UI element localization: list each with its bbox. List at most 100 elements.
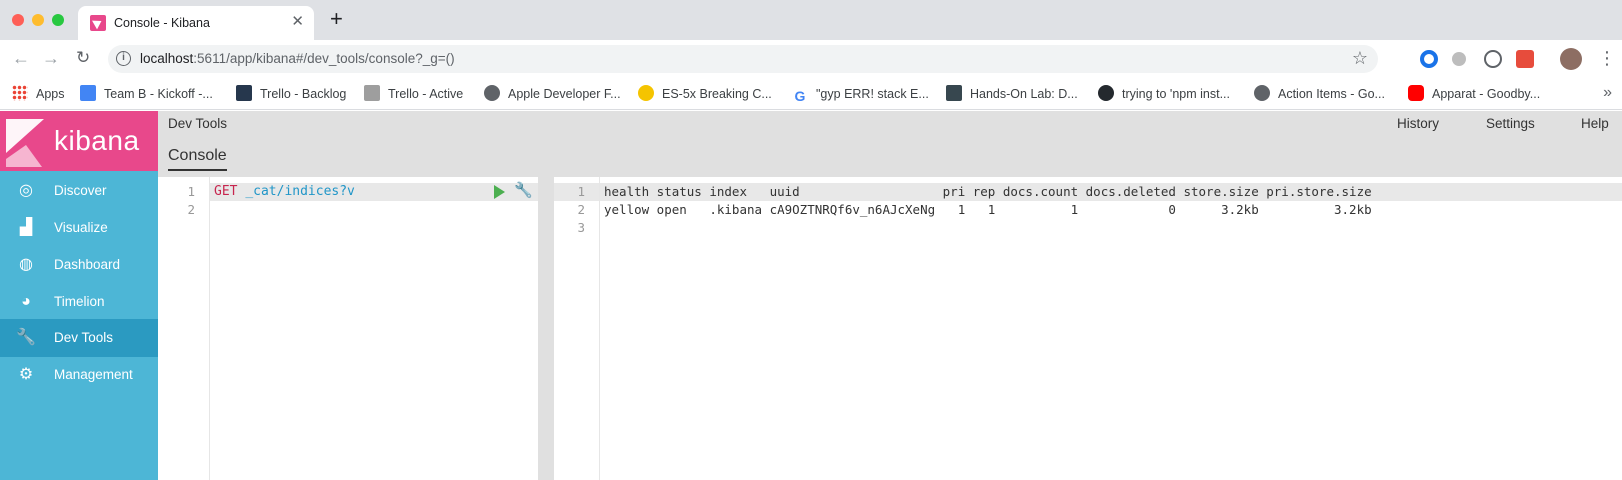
- bookmark-label: Action Items - Go...: [1278, 87, 1385, 101]
- dev-tools-topbar: Dev Tools History Settings Help: [158, 111, 1622, 139]
- bookmark-star-icon[interactable]: ☆: [1352, 48, 1368, 69]
- google-docs-icon: [80, 85, 96, 101]
- bookmark-apparat[interactable]: Apparat - Goodby...: [1408, 85, 1540, 103]
- request-line[interactable]: GET _cat/indices?v: [214, 184, 355, 199]
- tab-console[interactable]: Console: [168, 147, 227, 171]
- extension-ring-icon[interactable]: [1484, 50, 1502, 68]
- minimize-window-button[interactable]: [32, 14, 44, 26]
- dev-tools-subbar: Console: [158, 139, 1622, 177]
- back-arrow-icon[interactable]: ←: [12, 48, 30, 68]
- request-method: GET: [214, 184, 238, 199]
- line-number: 1: [577, 184, 585, 199]
- help-link[interactable]: Help: [1581, 116, 1609, 131]
- nav-dashboard[interactable]: ◍ Dashboard: [0, 246, 158, 284]
- bookmark-es-breaking[interactable]: ES-5x Breaking C...: [638, 85, 772, 103]
- nav-label: Timelion: [54, 294, 105, 309]
- line-number: 1: [187, 184, 195, 199]
- extension-e-icon[interactable]: [1516, 50, 1534, 68]
- nav-visualize[interactable]: ▟ Visualize: [0, 209, 158, 247]
- bookmark-label: Apps: [36, 87, 65, 101]
- kibana-main: Dev Tools History Settings Help Console …: [158, 111, 1622, 480]
- nav-label: Visualize: [54, 220, 108, 235]
- output-data-line: yellow open .kibana cA9OZTNRQf6v_n6AJcXe…: [604, 202, 1372, 217]
- url-path: :5611/app/kibana#/dev_tools/console?_g=(…: [193, 51, 455, 66]
- response-output: 1 2 3 health status index uuid pri rep d…: [554, 177, 1622, 480]
- bookmark-label: Apparat - Goodby...: [1432, 87, 1541, 101]
- compass-icon: ◎: [19, 182, 33, 199]
- maximize-window-button[interactable]: [52, 14, 64, 26]
- play-icon[interactable]: [494, 185, 505, 199]
- nav-timelion[interactable]: ◕ Timelion: [0, 283, 158, 321]
- gear-icon: ⚙: [18, 366, 34, 383]
- gauge-icon: ◍: [19, 256, 33, 273]
- bookmark-team-b[interactable]: Team B - Kickoff -...: [80, 85, 213, 103]
- wrench-icon: 🔧: [16, 329, 36, 346]
- pane-resizer[interactable]: [538, 177, 554, 480]
- google-icon: G: [792, 88, 808, 104]
- history-link[interactable]: History: [1397, 116, 1439, 131]
- globe-icon: [484, 85, 500, 101]
- nav-label: Discover: [54, 183, 107, 198]
- request-path: _cat/indices?v: [245, 184, 355, 199]
- kibana-logo-text: kibana: [54, 125, 140, 156]
- forward-arrow-icon[interactable]: →: [42, 48, 60, 68]
- bookmark-label: Team B - Kickoff -...: [104, 87, 213, 101]
- settings-link[interactable]: Settings: [1486, 116, 1535, 131]
- bar-chart-icon: ▟: [19, 219, 33, 236]
- extension-bulb-icon[interactable]: [1452, 52, 1466, 66]
- bookmark-label: ES-5x Breaking C...: [662, 87, 772, 101]
- youtube-icon: [1408, 85, 1424, 101]
- bookmark-hands-on-lab[interactable]: Hands-On Lab: D...: [946, 85, 1078, 103]
- request-editor[interactable]: 1 2 GET _cat/indices?v 🔧: [168, 177, 538, 480]
- close-tab-icon[interactable]: ✕: [291, 14, 304, 30]
- bookmark-apps[interactable]: Apps: [12, 85, 65, 103]
- kibana-favicon-icon: [90, 15, 106, 31]
- bookmark-gyp-err[interactable]: G "gyp ERR! stack E...: [792, 85, 929, 104]
- bookmark-label: Trello - Backlog: [260, 87, 347, 101]
- tab-title: Console - Kibana: [114, 16, 210, 30]
- url-text[interactable]: localhost:5611/app/kibana#/dev_tools/con…: [140, 51, 455, 66]
- nav-management[interactable]: ⚙ Management: [0, 356, 158, 394]
- reload-icon[interactable]: ↻: [76, 48, 90, 68]
- nav-label: Management: [54, 367, 133, 382]
- more-bookmarks-icon[interactable]: »: [1603, 84, 1612, 102]
- bookmark-label: Trello - Active: [388, 87, 464, 101]
- extension-circle-icon[interactable]: [1420, 50, 1438, 68]
- output-gutter: 1 2 3: [554, 177, 600, 480]
- line-number: 3: [577, 220, 585, 235]
- info-icon[interactable]: i: [116, 51, 131, 66]
- url-host: localhost: [140, 51, 194, 66]
- bookmark-label: trying to 'npm inst...: [1122, 87, 1230, 101]
- bookmark-trello-backlog[interactable]: Trello - Backlog: [236, 85, 346, 103]
- browser-tab-strip: Console - Kibana ✕ +: [0, 0, 1622, 40]
- page-title: Dev Tools: [168, 116, 228, 131]
- graduation-cap-icon: [946, 85, 962, 101]
- elastic-icon: [638, 85, 654, 101]
- kibana-k-icon: [6, 119, 44, 167]
- browser-menu-icon[interactable]: ⋮: [1598, 48, 1616, 68]
- profile-avatar[interactable]: [1560, 48, 1582, 70]
- bookmark-label: "gyp ERR! stack E...: [816, 87, 929, 101]
- bookmark-label: Hands-On Lab: D...: [970, 87, 1078, 101]
- kibana-logo[interactable]: kibana: [0, 111, 158, 171]
- browser-toolbar: ← → ↻ i localhost:5611/app/kibana#/dev_t…: [0, 40, 1622, 78]
- github-icon: [1098, 85, 1114, 101]
- trello-icon: [364, 85, 380, 101]
- trello-icon: [236, 85, 252, 101]
- kibana-sidebar: kibana ◎ Discover ▟ Visualize ◍ Dashboar…: [0, 111, 158, 480]
- nav-discover[interactable]: ◎ Discover: [0, 172, 158, 210]
- new-tab-button[interactable]: +: [330, 8, 343, 30]
- bookmarks-bar: Apps Team B - Kickoff -... Trello - Back…: [0, 78, 1622, 110]
- close-window-button[interactable]: [12, 14, 24, 26]
- browser-tab[interactable]: Console - Kibana ✕: [78, 6, 314, 40]
- wrench-icon[interactable]: 🔧: [514, 183, 533, 199]
- bookmark-trello-active[interactable]: Trello - Active: [364, 85, 463, 103]
- bookmark-action-items[interactable]: Action Items - Go...: [1254, 85, 1385, 103]
- address-bar[interactable]: i localhost:5611/app/kibana#/dev_tools/c…: [108, 45, 1378, 73]
- nav-label: Dashboard: [54, 257, 121, 272]
- bookmark-label: Apple Developer F...: [508, 87, 621, 101]
- bookmark-npm-install[interactable]: trying to 'npm inst...: [1098, 85, 1230, 103]
- line-number: 2: [187, 202, 195, 217]
- bookmark-apple-developer[interactable]: Apple Developer F...: [484, 85, 621, 103]
- nav-dev-tools[interactable]: 🔧 Dev Tools: [0, 319, 158, 357]
